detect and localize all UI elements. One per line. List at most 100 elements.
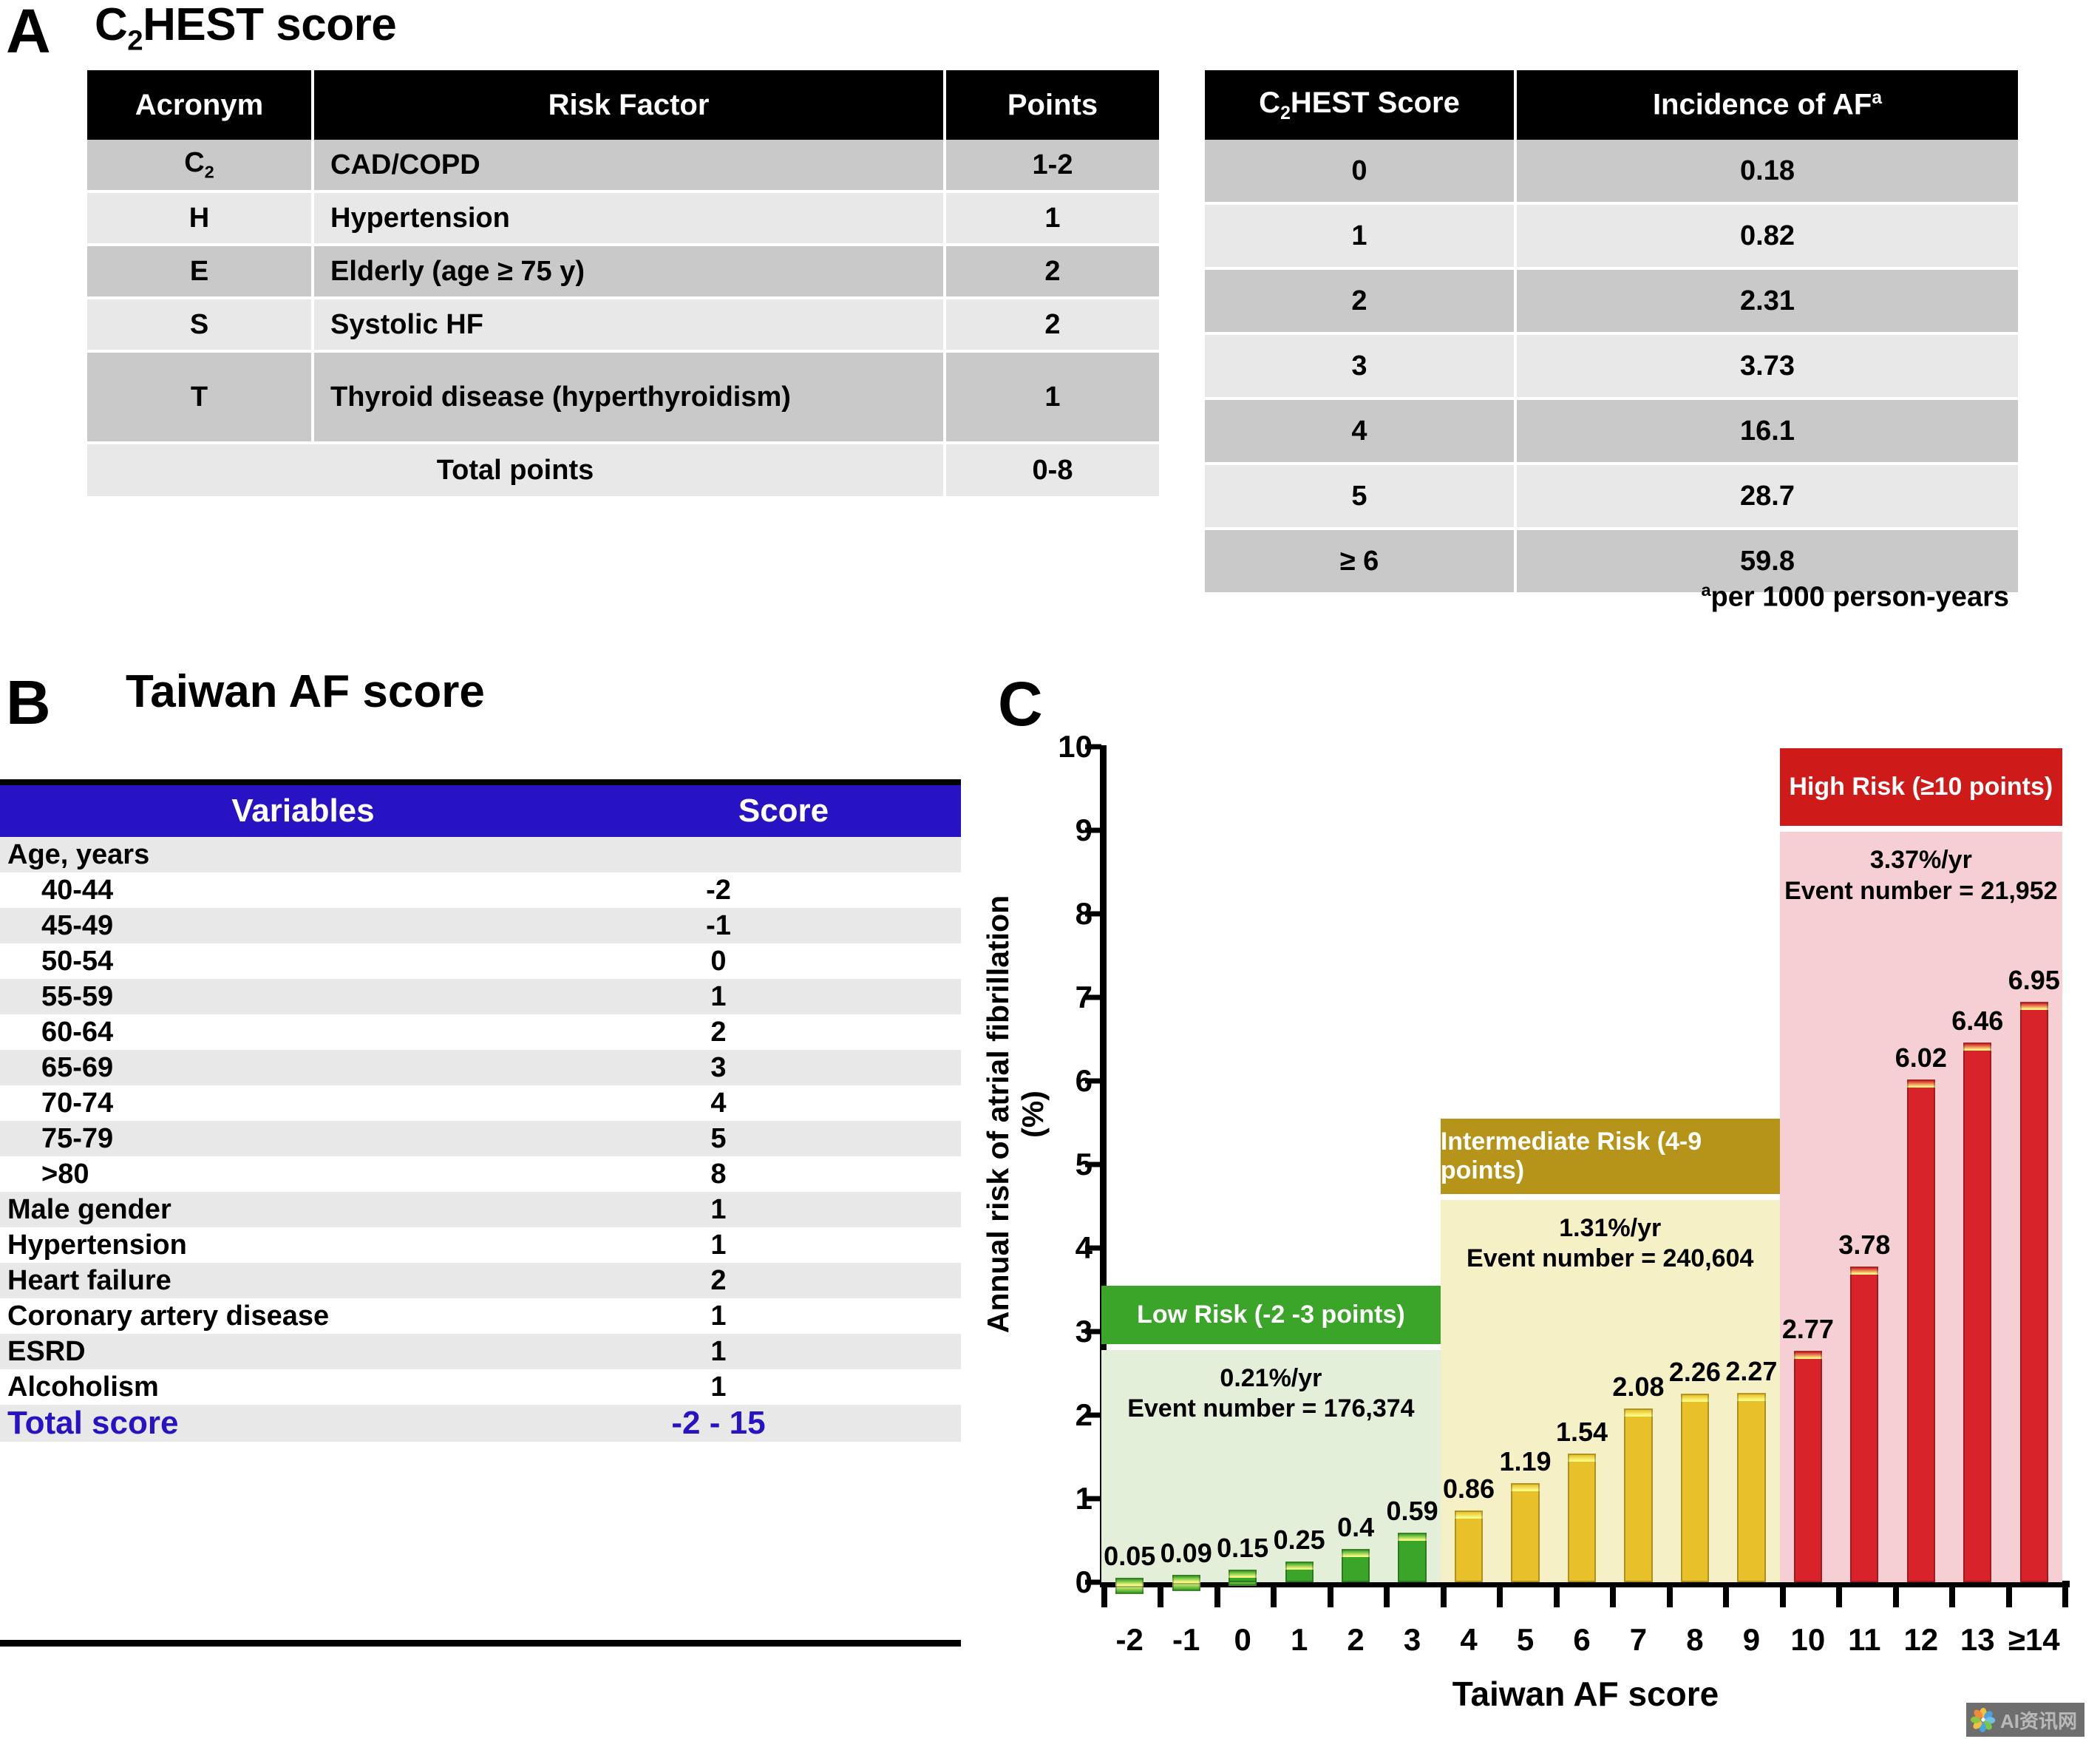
incidence-footnote: aper 1000 person-years — [1205, 580, 2018, 614]
flower-logo-icon — [1971, 1707, 1996, 1732]
bar-value-label: 3.78 — [1838, 1229, 1891, 1260]
table-row: Age, years — [0, 837, 961, 872]
panel-a-title-subscript: 2 — [127, 24, 143, 57]
table-row: Alcoholism 1 — [0, 1369, 961, 1405]
bar--1: 0.09 — [1161, 1538, 1212, 1591]
table-row: 1 0.82 — [1205, 203, 2018, 270]
cell-acronym: H — [87, 191, 314, 246]
x-tick-mark — [1440, 1582, 1447, 1607]
table-bottom-rule — [0, 1640, 961, 1647]
y-tick-mark — [1085, 1162, 1101, 1167]
c2hest-incidence-table: C2HEST Score Incidence of AFa 0 0.18 1 0.82… — [1205, 70, 2018, 595]
col-header-risk-factor: Risk Factor — [313, 70, 946, 140]
bar-value-label: 6.95 — [2008, 964, 2060, 995]
chart-x-axis-title: Taiwan AF score — [1452, 1675, 1719, 1713]
y-tick-mark — [1085, 911, 1101, 917]
cell-variable: 40-44 — [0, 872, 606, 908]
x-tick-mark — [1497, 1582, 1503, 1607]
y-tick-mark — [1085, 994, 1101, 1000]
x-tick-label-8: 8 — [1686, 1622, 1704, 1657]
risk-band-label-intermediate: Intermediate Risk (4-9 points) — [1440, 1118, 1780, 1194]
bar-body — [1115, 1586, 1144, 1588]
table-row: 65-69 3 — [0, 1050, 961, 1085]
x-tick-label-2: 2 — [1347, 1622, 1365, 1657]
bar-value-label: 0.59 — [1386, 1496, 1438, 1527]
cell-acronym: T — [87, 351, 314, 444]
x-tick-mark — [1892, 1582, 1899, 1607]
cell-variable: Male gender — [0, 1192, 606, 1227]
x-tick-label-6: 6 — [1573, 1622, 1591, 1657]
cell-c2hest-score: 1 — [1205, 203, 1517, 270]
bar-body — [1229, 1578, 1257, 1582]
risk-band-stats-high: 3.37%/yr Event number = 21,952 — [1780, 845, 2062, 906]
table-row: E Elderly (age ≥ 75 y) 2 — [87, 245, 1159, 299]
risk-band-label-high: High Risk (≥10 points) — [1779, 748, 2062, 827]
risk-band-events-high: Event number = 21,952 — [1784, 876, 2058, 905]
cell-acronym: S — [87, 298, 314, 353]
cell-variable: ESRD — [0, 1334, 606, 1369]
bar-value-label: 6.02 — [1895, 1042, 1947, 1073]
bar--2: 0.05 — [1104, 1541, 1155, 1595]
cell-variable: 65-69 — [0, 1050, 606, 1085]
x-tick-label--1: -1 — [1172, 1622, 1200, 1657]
cell-variable: Alcoholism — [0, 1369, 606, 1405]
cell-variable: 60-64 — [0, 1014, 606, 1050]
y-tick-mark — [1085, 1496, 1101, 1502]
risk-band-stats-low: 0.21%/yr Event number = 176,374 — [1101, 1363, 1441, 1425]
x-tick-mark — [1779, 1582, 1786, 1607]
c2hest-risk-factor-table: Acronym Risk Factor Points C2 CAD/COPD 1-2… — [87, 70, 1159, 499]
cell-score: 2 — [606, 1263, 961, 1298]
footnote-text: per 1000 person-years — [1710, 581, 2009, 613]
x-tick-mark — [1327, 1582, 1333, 1607]
cell-score: 0 — [606, 943, 961, 979]
cell-risk-factor: Thyroid disease (hyperthyroidism) — [313, 351, 946, 444]
cell-c2hest-score: 0 — [1205, 140, 1517, 205]
bar-body — [1737, 1400, 1766, 1582]
bar-13: 6.46 — [1951, 1006, 2003, 1582]
table-row: 2 2.31 — [1205, 268, 2018, 335]
risk-band-low: Low Risk (-2 -3 points) 0.21%/yr Event num… — [1101, 1285, 1441, 1582]
panel-b-letter: B — [6, 668, 51, 737]
cell-risk-factor: Elderly (age ≥ 75 y) — [313, 245, 946, 299]
cell-score: 1 — [606, 1334, 961, 1369]
panel-a-title-prefix: C — [95, 0, 128, 50]
chart-y-axis-title: Annual risk of atrial fibrillation (%) — [981, 895, 1050, 1334]
bar-value-label: 2.77 — [1781, 1314, 1834, 1344]
site-watermark: AI资讯网 — [1966, 1703, 2084, 1737]
cell-score: 1 — [606, 1227, 961, 1263]
table-header-row: C2HEST Score Incidence of AFa — [1205, 70, 2018, 140]
cell-total-points: 0-8 — [945, 443, 1159, 499]
bar-5: 1.19 — [1499, 1446, 1552, 1582]
bar-value-label: 2.08 — [1612, 1371, 1665, 1402]
x-tick-label-3: 3 — [1403, 1622, 1421, 1657]
x-tick-label--2: -2 — [1115, 1622, 1144, 1657]
col-header-variables: Variables — [0, 785, 606, 837]
bar-body — [1963, 1051, 1992, 1582]
table-total-row: Total points 0-8 — [87, 443, 1159, 499]
x-tick-label-10: 10 — [1790, 1622, 1826, 1657]
bar-value-label: 2.26 — [1668, 1356, 1721, 1387]
x-tick-mark — [1836, 1582, 1843, 1607]
x-tick-mark — [1723, 1582, 1730, 1607]
cell-points: 2 — [945, 245, 1159, 299]
table-header-row: Acronym Risk Factor Points — [87, 70, 1159, 140]
cell-variable: Coronary artery disease — [0, 1298, 606, 1334]
bar-≥14: 6.95 — [2008, 965, 2060, 1582]
cell-points: 2 — [945, 298, 1159, 353]
cell-score: 1 — [606, 1192, 961, 1227]
panel-a-title: C2HEST score — [95, 0, 397, 57]
table-row: 60-64 2 — [0, 1014, 961, 1050]
col-header-c2hest-score: C2HEST Score — [1205, 70, 1517, 140]
risk-band-rate-low: 0.21%/yr — [1220, 1363, 1322, 1392]
cell-total-value: -2 - 15 — [606, 1405, 961, 1442]
bar-body — [1793, 1359, 1822, 1582]
cell-variable: >80 — [0, 1156, 606, 1192]
bar-10: 2.77 — [1782, 1314, 1834, 1582]
bar-body — [1680, 1401, 1710, 1582]
x-tick-mark — [1610, 1582, 1617, 1607]
table-row: 0 0.18 — [1205, 140, 2018, 205]
table-row: Male gender 1 — [0, 1192, 961, 1227]
x-tick-label-12: 12 — [1903, 1622, 1939, 1657]
cell-score: 1 — [606, 1298, 961, 1334]
taiwan-af-score-table: Variables Score Age, years 40-44 -2 45-49 -1… — [0, 785, 961, 1442]
